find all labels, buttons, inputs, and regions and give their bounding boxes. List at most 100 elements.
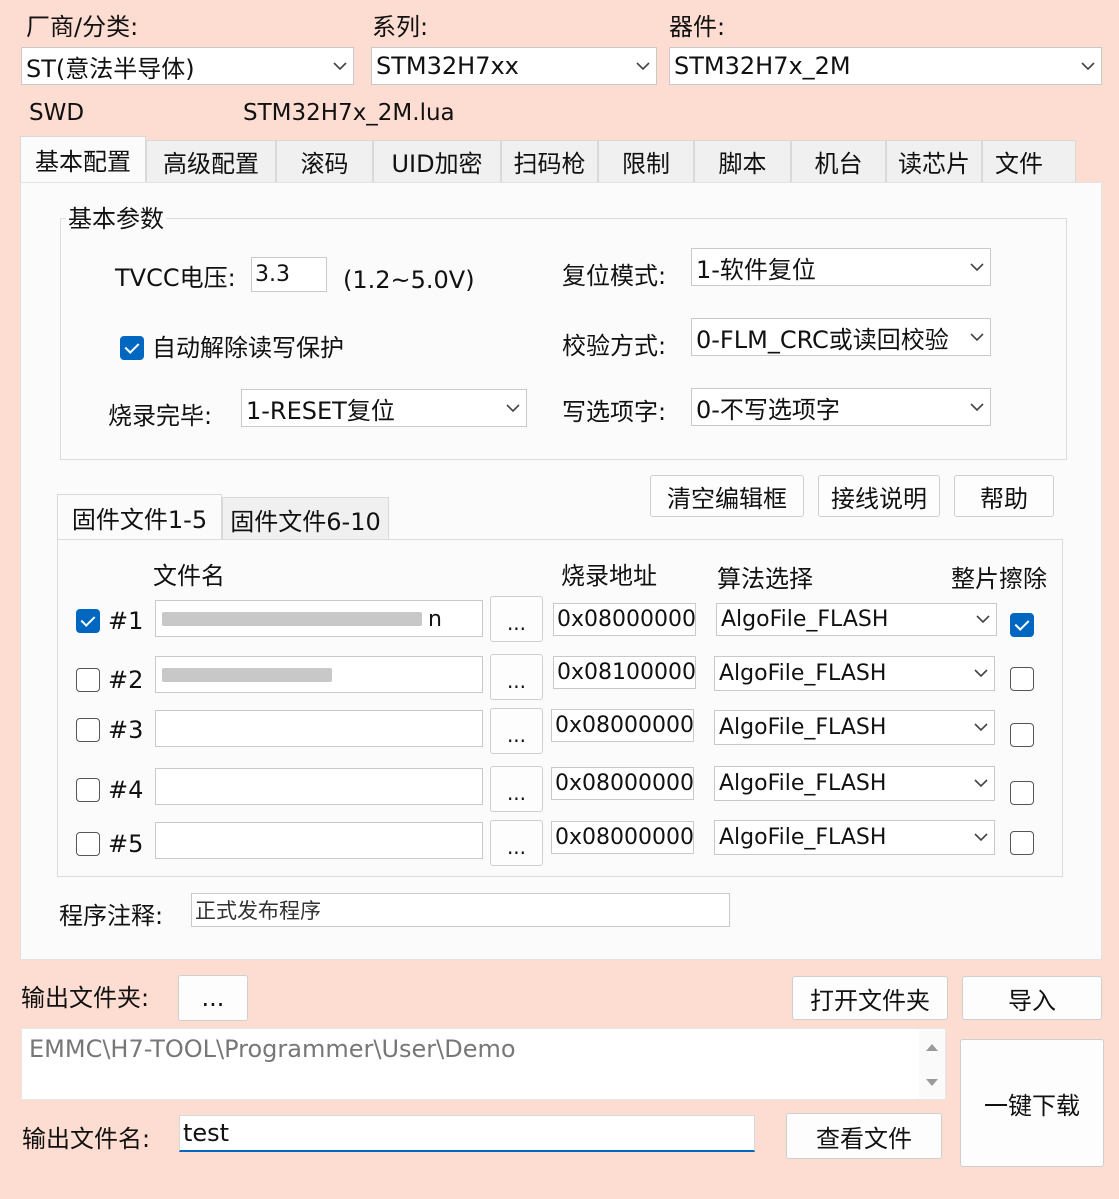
chevron-down-icon xyxy=(500,390,526,426)
row-enable-checkbox[interactable] xyxy=(76,668,100,692)
blurred-filename xyxy=(162,668,332,682)
address-input[interactable]: 0x08000000 xyxy=(551,767,694,800)
row-id: #2 xyxy=(108,666,144,694)
chevron-down-icon xyxy=(1075,48,1101,84)
verify-label: 校验方式: xyxy=(562,332,667,360)
row-enable-checkbox[interactable] xyxy=(76,609,100,633)
scroll-down-icon[interactable] xyxy=(926,1079,938,1087)
address-input[interactable]: 0x08000000 xyxy=(551,709,694,742)
full-erase-checkbox[interactable] xyxy=(1010,723,1034,747)
chevron-down-icon xyxy=(964,389,990,425)
algo-value: AlgoFile_FLASH xyxy=(719,715,887,740)
header-full-erase: 整片擦除 xyxy=(951,565,1047,593)
file-name-input[interactable] xyxy=(155,710,483,747)
browse-file-button[interactable]: ... xyxy=(490,708,543,754)
file-name-input[interactable] xyxy=(155,768,483,805)
view-file-button[interactable]: 查看文件 xyxy=(786,1113,942,1159)
algo-select[interactable]: AlgoFile_FLASH xyxy=(714,656,995,691)
reset-mode-label: 复位模式: xyxy=(562,262,667,290)
algo-value: AlgoFile_FLASH xyxy=(719,825,887,850)
output-path-text: EMMC\H7-TOOL\Programmer\User\Demo xyxy=(29,1035,516,1063)
output-folder-label: 输出文件夹: xyxy=(21,984,150,1012)
chevron-down-icon xyxy=(964,249,990,285)
browse-file-button[interactable]: ... xyxy=(490,766,543,812)
group-title: 基本参数 xyxy=(66,205,166,233)
algo-value: AlgoFile_FLASH xyxy=(721,607,889,632)
tab-read-chip[interactable]: 读芯片 xyxy=(886,140,982,182)
output-path-box[interactable]: EMMC\H7-TOOL\Programmer\User\Demo xyxy=(21,1028,946,1100)
file-name-input[interactable] xyxy=(155,656,483,693)
one-click-download-button[interactable]: 一键下载 xyxy=(960,1039,1104,1167)
algo-select[interactable]: AlgoFile_FLASH xyxy=(716,603,997,636)
row-id: #3 xyxy=(108,716,144,744)
address-input[interactable]: 0x08000000 xyxy=(553,603,696,636)
device-select[interactable]: STM32H7x_2M xyxy=(669,47,1102,85)
browse-file-button[interactable]: ... xyxy=(490,596,543,642)
vendor-select[interactable]: ST(意法半导体) xyxy=(21,47,354,85)
tab-scanner[interactable]: 扫码枪 xyxy=(501,140,598,182)
comment-input[interactable]: 正式发布程序 xyxy=(191,893,730,927)
scrollbar[interactable] xyxy=(919,1029,945,1099)
output-filename-input[interactable]: test xyxy=(179,1115,755,1152)
auto-unlock-checkbox[interactable] xyxy=(120,336,144,360)
series-select[interactable]: STM32H7xx xyxy=(371,47,657,85)
row-enable-checkbox[interactable] xyxy=(76,778,100,802)
tab-firmware-6-10[interactable]: 固件文件6-10 xyxy=(222,497,389,540)
interface-text: SWD xyxy=(29,100,85,126)
tab-basic-config[interactable]: 基本配置 xyxy=(20,136,146,182)
tab-file[interactable]: 文件 xyxy=(982,140,1076,182)
vendor-label: 厂商/分类: xyxy=(26,13,139,41)
tab-limit[interactable]: 限制 xyxy=(598,140,694,182)
file-name-suffix: n xyxy=(428,607,442,632)
option-select[interactable]: 0-不写选项字 xyxy=(691,388,991,426)
lua-file-text: STM32H7x_2M.lua xyxy=(243,100,455,126)
chevron-down-icon xyxy=(968,821,994,854)
finish-select[interactable]: 1-RESET复位 xyxy=(241,389,527,427)
browse-file-button[interactable]: ... xyxy=(490,654,543,700)
device-value: STM32H7x_2M xyxy=(674,52,851,80)
file-name-input[interactable] xyxy=(155,822,483,859)
tab-firmware-1-5[interactable]: 固件文件1-5 xyxy=(57,494,222,540)
chevron-down-icon xyxy=(964,319,990,355)
vendor-value: ST(意法半导体) xyxy=(26,54,195,83)
row-enable-checkbox[interactable] xyxy=(76,832,100,856)
auto-unlock-label: 自动解除读写保护 xyxy=(152,334,344,362)
address-input[interactable]: 0x08100000 xyxy=(553,656,696,689)
tab-script[interactable]: 脚本 xyxy=(694,140,791,182)
tab-advanced-config[interactable]: 高级配置 xyxy=(146,140,276,182)
series-value: STM32H7xx xyxy=(376,52,519,80)
comment-label: 程序注释: xyxy=(59,902,164,930)
full-erase-checkbox[interactable] xyxy=(1010,667,1034,691)
option-value: 0-不写选项字 xyxy=(696,395,840,424)
tab-rolling-code[interactable]: 滚码 xyxy=(276,140,373,182)
full-erase-checkbox[interactable] xyxy=(1010,831,1034,855)
algo-select[interactable]: AlgoFile_FLASH xyxy=(714,710,995,745)
output-folder-browse-button[interactable]: ... xyxy=(178,975,248,1021)
series-label: 系列: xyxy=(372,13,429,41)
tab-machine[interactable]: 机台 xyxy=(791,140,886,182)
algo-select[interactable]: AlgoFile_FLASH xyxy=(714,820,995,855)
reset-mode-select[interactable]: 1-软件复位 xyxy=(691,248,991,286)
output-filename-label: 输出文件名: xyxy=(22,1125,151,1153)
open-folder-button[interactable]: 打开文件夹 xyxy=(792,976,948,1020)
address-input[interactable]: 0x08000000 xyxy=(551,821,694,854)
algo-select[interactable]: AlgoFile_FLASH xyxy=(714,766,995,801)
verify-select[interactable]: 0-FLM_CRC或读回校验 xyxy=(691,318,991,356)
file-name-input[interactable]: n xyxy=(155,600,483,637)
import-button[interactable]: 导入 xyxy=(962,976,1102,1020)
tab-uid-encrypt[interactable]: UID加密 xyxy=(373,140,501,182)
tvcc-input[interactable]: 3.3 xyxy=(251,257,327,292)
full-erase-checkbox[interactable] xyxy=(1010,781,1034,805)
chevron-down-icon xyxy=(327,48,353,84)
finish-value: 1-RESET复位 xyxy=(246,396,395,425)
clear-edit-button[interactable]: 清空编辑框 xyxy=(650,475,804,517)
chevron-down-icon xyxy=(968,767,994,800)
full-erase-checkbox[interactable] xyxy=(1010,613,1034,637)
header-filename: 文件名 xyxy=(153,562,225,590)
scroll-up-icon[interactable] xyxy=(926,1043,938,1051)
browse-file-button[interactable]: ... xyxy=(490,820,543,866)
row-enable-checkbox[interactable] xyxy=(76,718,100,742)
help-button[interactable]: 帮助 xyxy=(954,475,1054,517)
reset-mode-value: 1-软件复位 xyxy=(696,255,816,284)
wiring-help-button[interactable]: 接线说明 xyxy=(818,475,940,517)
